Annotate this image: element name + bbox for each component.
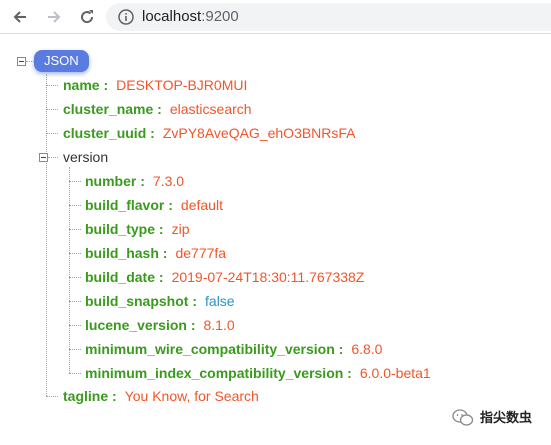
field-key: cluster_uuid : [63,125,155,141]
address-bar[interactable]: localhost:9200 [106,3,551,31]
watermark: 指尖数虫 [452,406,532,430]
json-viewer: JSON name : DESKTOP-BJR0MUI cluster_name … [0,34,551,445]
field-value: 7.3.0 [152,173,185,189]
field-key: build_date : [85,269,164,285]
url-host: localhost [142,8,202,25]
field-value: default [180,197,223,213]
url-text: localhost:9200 [142,8,239,26]
tree-connector [46,396,58,397]
field-value: de777fa [175,245,227,261]
tree-connector [46,109,58,110]
field-value: 2019-07-24T18:30:11.767338Z [171,269,365,285]
field-key: cluster_name : [63,101,162,117]
field-build-hash: build_hash : de777fa [85,243,226,263]
root-collapse-toggle[interactable] [17,57,26,66]
field-key: lucene_version : [85,317,196,333]
field-lucene-version: lucene_version : 8.1.0 [85,315,235,335]
field-key: tagline : [63,388,117,404]
tree-connector [69,301,81,302]
version-node[interactable]: version [63,147,108,167]
version-label: version [63,149,109,165]
field-build-flavor: build_flavor : default [85,195,223,215]
field-value: elasticsearch [169,101,252,117]
reload-button[interactable] [75,5,99,29]
field-value: You Know, for Search [124,388,259,404]
field-key: minimum_wire_compatibility_version : [85,341,344,357]
field-build-date: build_date : 2019-07-24T18:30:11.767338Z [85,267,364,287]
tree-connector [69,205,81,206]
field-value: 6.0.0-beta1 [359,365,431,381]
root-badge[interactable]: JSON [34,50,89,72]
tree-connector [69,373,81,374]
version-collapse-toggle[interactable] [39,153,48,162]
back-button[interactable] [8,5,32,29]
url-port: :9200 [201,8,239,25]
tree-connector [46,133,58,134]
field-min-wire-compat: minimum_wire_compatibility_version : 6.8.… [85,339,382,359]
tree-guide-version [69,167,70,373]
field-value: DESKTOP-BJR0MUI [116,77,248,93]
field-key: build_snapshot : [85,293,198,309]
field-key: build_type : [85,221,164,237]
field-build-snapshot: build_snapshot : false [85,291,235,311]
field-min-index-compat: minimum_index_compatibility_version : 6.0… [85,363,431,383]
arrow-left-icon [13,11,26,23]
field-cluster-uuid: cluster_uuid : ZvPY8AveQAG_ehO3BNRsFA [63,123,356,143]
tree-connector [69,325,81,326]
field-value: 8.1.0 [203,317,235,333]
field-value: ZvPY8AveQAG_ehO3BNRsFA [162,125,356,141]
tree-connector [48,157,58,158]
watermark-text: 指尖数虫 [480,410,533,425]
field-number: number : 7.3.0 [85,171,184,191]
forward-button[interactable] [42,5,66,29]
arrow-right-icon [48,11,61,23]
tree-connector [26,61,34,62]
tree-connector [69,229,81,230]
tree-guide-root [46,74,47,396]
field-key: build_hash : [85,245,168,261]
field-tagline: tagline : You Know, for Search [63,386,259,406]
field-value: zip [171,221,190,237]
tree-connector [69,181,81,182]
field-key: name : [63,77,109,93]
field-key: number : [85,173,145,189]
browser-toolbar: localhost:9200 [0,0,551,34]
tree-connector [69,349,81,350]
wechat-icon [452,409,474,426]
tree-connector [46,85,58,86]
field-key: build_flavor : [85,197,173,213]
field-build-type: build_type : zip [85,219,189,239]
tree-connector [69,253,81,254]
field-name: name : DESKTOP-BJR0MUI [63,75,247,95]
field-cluster-name: cluster_name : elasticsearch [63,99,252,119]
field-key: minimum_index_compatibility_version : [85,365,352,381]
field-value-boolean: false [205,293,235,309]
field-value: 6.8.0 [351,341,383,357]
info-icon[interactable] [118,9,134,25]
tree-connector [69,277,81,278]
reload-icon [81,10,94,24]
